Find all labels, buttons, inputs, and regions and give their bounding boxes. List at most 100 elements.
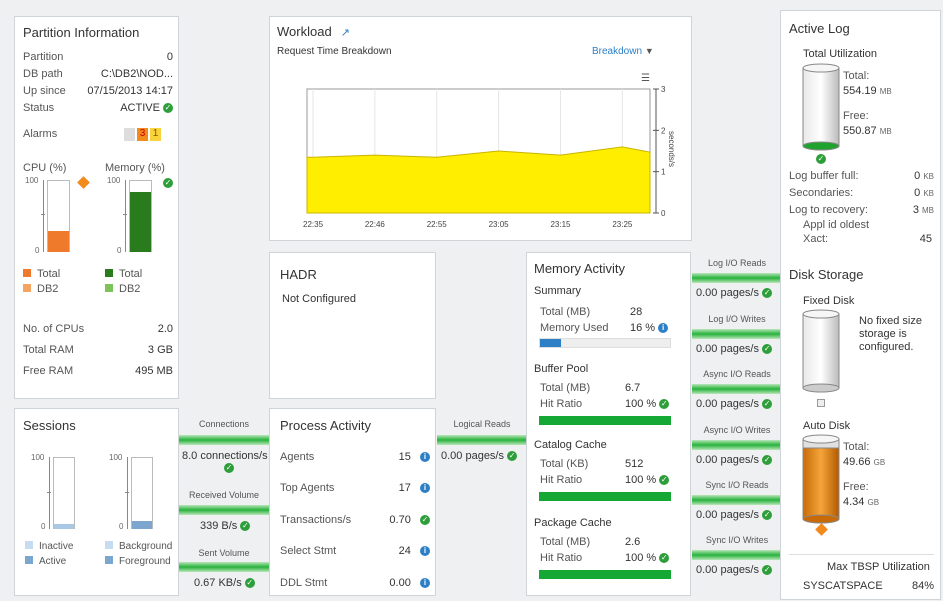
- cpu-legend-db2: DB2: [23, 282, 60, 297]
- legend-foreground: Foreground: [105, 554, 172, 569]
- auto-disk-cylinder: [802, 434, 840, 524]
- workload-chart: 3 2 1 0 seconds/s 22:35 22:46 22:55 23:05 23:15 23…: [303, 85, 676, 229]
- connections-value: 8.0 connections/s: [182, 450, 268, 462]
- up-since-row: Up since 07/15/2013 14:17: [23, 84, 173, 97]
- cpu-total-bar: [48, 230, 69, 252]
- summary-total-label: Total (MB): [540, 306, 591, 318]
- status-row: Status ACTIVE ✓: [23, 101, 173, 114]
- ok-icon: ✓: [420, 514, 430, 525]
- memory-section-hit-value: 100 % ✓: [625, 398, 670, 410]
- ok-icon: ✓: [816, 154, 826, 164]
- memory-section-title: Package Cache: [534, 517, 612, 529]
- info-icon: i: [420, 483, 430, 494]
- memory-section-total-value: 512: [625, 458, 644, 470]
- xact-value: 45: [919, 233, 932, 245]
- log-recovery-row: Log to recovery: 3 MB: [789, 204, 934, 216]
- cpu-title: CPU (%): [23, 162, 67, 174]
- memory-section-total-value: 2.6: [625, 536, 641, 548]
- ok-icon: ✓: [163, 178, 173, 188]
- memory-section-total-value: 6.7: [625, 382, 641, 394]
- select-stmt-row[interactable]: Select Stmt 24 i: [280, 535, 430, 567]
- disk-storage-title: Disk Storage: [789, 267, 864, 282]
- fixed-disk-title: Fixed Disk: [803, 295, 855, 307]
- hadr-status: Not Configured: [282, 293, 356, 305]
- sessions-right-chart: [131, 457, 153, 529]
- sessions-title: Sessions: [23, 418, 76, 433]
- io-flow-value: 0.00 pages/s ✓: [696, 509, 773, 521]
- y-tick-label: 1: [661, 168, 666, 177]
- io-flow-arrow: [692, 550, 780, 560]
- memory-section-title: Catalog Cache: [534, 439, 607, 451]
- mem-axis-min: 0: [117, 246, 122, 255]
- log-total-label: Total:: [843, 70, 870, 82]
- ok-icon: ✓: [507, 451, 518, 462]
- active-log-panel: Active Log Total Utilization ✓ Total: 55…: [780, 10, 941, 600]
- sessions-axis-min-right: 0: [119, 522, 124, 531]
- auto-disk-title: Auto Disk: [803, 420, 851, 432]
- io-flow-arrow: [692, 329, 780, 339]
- xact-label: Xact:: [803, 233, 829, 245]
- x-tick-label: 23:15: [550, 220, 571, 229]
- active-log-title: Active Log: [789, 21, 850, 36]
- io-flow-arrow: [692, 273, 780, 283]
- io-flow-value: 0.00 pages/s ✓: [696, 398, 773, 410]
- fixed-disk-message: No fixed size storage is configured.: [859, 315, 922, 353]
- memory-section-hit-value: 100 % ✓: [625, 474, 670, 486]
- x-tick-label: 23:25: [612, 220, 633, 229]
- memory-used-label: Memory Used: [540, 322, 609, 334]
- memory-section-total-label: Total (MB): [540, 382, 591, 394]
- partition-panel: Partition Information Partition 0 DB path…: [14, 16, 179, 399]
- hadr-title: HADR: [280, 267, 317, 282]
- x-tick-label: 23:05: [489, 220, 510, 229]
- partition-title: Partition Information: [23, 25, 140, 40]
- memory-activity-title: Memory Activity: [534, 261, 626, 276]
- workload-panel: Workload ↗ Request Time Breakdown Breakd…: [269, 16, 692, 241]
- ok-icon: ✓: [762, 344, 773, 355]
- alarms-badges[interactable]: 3 1: [124, 128, 161, 141]
- io-flow-label: Sync I/O Reads: [705, 480, 769, 490]
- ok-icon: ✓: [163, 102, 173, 113]
- legend-active: Active: [25, 554, 73, 569]
- ok-icon: ✓: [224, 463, 234, 473]
- legend-background: Background: [105, 539, 172, 554]
- tbsp-title: Max TBSP Utilization: [827, 561, 930, 573]
- ok-icon: ✓: [659, 553, 670, 564]
- sessions-left-chart: [53, 457, 75, 529]
- memory-section-hit-value: 100 % ✓: [625, 552, 670, 564]
- ok-icon: ✓: [659, 475, 670, 486]
- top-agents-row[interactable]: Top Agents 17 i: [280, 472, 430, 504]
- y-tick-label: 2: [661, 126, 666, 135]
- received-value: 339 B/s ✓: [200, 520, 251, 532]
- cpu-chart-box: [47, 180, 70, 252]
- ok-icon: ✓: [762, 565, 773, 576]
- io-flow-label: Log I/O Reads: [707, 258, 767, 268]
- memory-used-bar: [539, 338, 671, 348]
- summary-total-value: 28: [630, 306, 643, 318]
- partition-row: Partition 0: [23, 50, 173, 63]
- log-buffer-row: Log buffer full: 0 KB: [789, 170, 934, 182]
- cpu-count-row: No. of CPUs 2.0: [23, 323, 173, 335]
- fixed-disk-cylinder: [802, 309, 840, 393]
- utilization-title: Total Utilization: [803, 48, 877, 60]
- process-panel: Process Activity Agents 15 i Top Agents 17…: [269, 408, 436, 596]
- mem-legend-total: Total: [105, 267, 142, 282]
- cpu-axis-max: 100: [25, 176, 39, 185]
- alarm-critical-badge[interactable]: 3: [137, 128, 148, 141]
- sessions-panel: Sessions 100 0 100 0 Inactive Active Bac…: [14, 408, 179, 596]
- memory-panel: Memory Activity Summary Total (MB) 28 Me…: [526, 252, 691, 596]
- io-flow-value: 0.00 pages/s ✓: [696, 564, 773, 576]
- logical-arrow: [437, 435, 527, 445]
- io-flow-value: 0.00 pages/s ✓: [696, 454, 773, 466]
- total-ram-row: Total RAM 3 GB: [23, 344, 173, 356]
- ddl-stmt-row[interactable]: DDL Stmt 0.00 i: [280, 567, 430, 598]
- sent-value: 0.67 KB/s ✓: [194, 577, 255, 589]
- transactions-row[interactable]: Transactions/s 0.70 ✓: [280, 504, 430, 535]
- log-total-value: 554.19 MB: [843, 85, 892, 97]
- hit-ratio-bar: [539, 416, 671, 425]
- agents-row[interactable]: Agents 15 i: [280, 441, 430, 472]
- legend-inactive: Inactive: [25, 539, 73, 554]
- io-flow-arrow: [692, 384, 780, 394]
- hit-ratio-bar: [539, 492, 671, 501]
- alarms-label: Alarms: [23, 128, 58, 140]
- alarm-warning-badge[interactable]: 1: [150, 128, 161, 141]
